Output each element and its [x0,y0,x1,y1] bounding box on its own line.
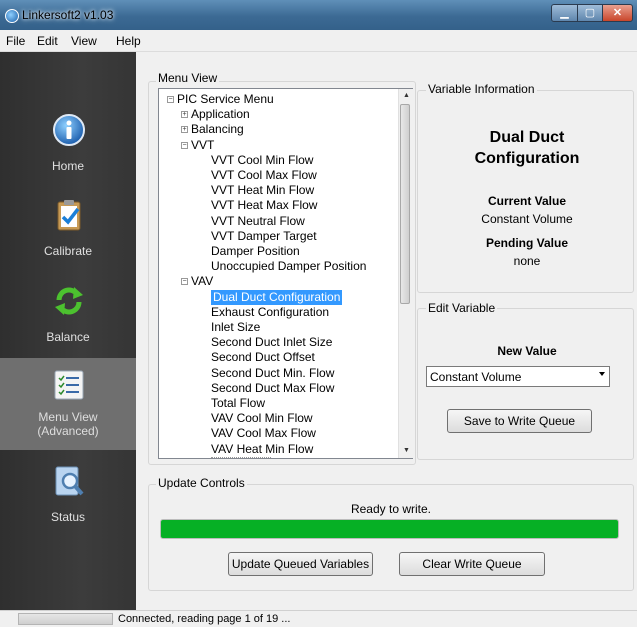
variable-info-label: Variable Information [426,82,537,96]
variable-title: Dual Duct [489,129,565,146]
menu-help[interactable]: Help [116,34,141,48]
edit-variable-label: Edit Variable [426,301,498,315]
tree-node[interactable]: Dual Duct Configuration [211,289,343,305]
status-progress-bar [18,613,113,625]
refresh-arrows-icon [55,287,83,315]
write-progress-bar [160,519,619,539]
menu-edit[interactable]: Edit [37,34,58,48]
sidebar-item-balance[interactable]: Balance [0,278,136,366]
sidebar-item-label: Menu View [38,410,98,424]
current-value: Constant Volume [481,212,573,226]
new-value-selected: Constant Volume [430,370,522,384]
tree-node[interactable]: VVT Damper Target [211,229,317,244]
tree-node[interactable]: VAV Cool Min Flow [211,411,313,426]
magnifier-icon [55,466,84,496]
variable-title-line2: Configuration [474,150,580,167]
tree-node[interactable]: Second Duct Inlet Size [211,335,332,350]
info-icon [53,114,85,146]
tree-node[interactable]: VVT Heat Min Flow [211,183,314,198]
scroll-down-arrow-icon[interactable]: ▼ [403,447,410,454]
save-to-write-queue-button[interactable]: Save to Write Queue [447,409,592,433]
clear-write-queue-button[interactable]: Clear Write Queue [399,552,545,576]
update-controls-label: Update Controls [156,476,247,490]
tree-clipped-row [211,456,271,458]
tree-node[interactable]: Inlet Size [211,320,260,335]
tree-node[interactable]: VVT Cool Min Flow [211,153,313,168]
tree-expander-icon[interactable]: + [181,111,188,119]
tree-node[interactable]: Application [191,107,250,122]
new-value-select[interactable]: Constant Volume [426,366,610,387]
maximize-button[interactable]: ▢ [577,4,603,22]
tree-expander-icon[interactable]: − [167,96,174,103]
tree-node[interactable]: VAV Cool Max Flow [211,426,316,441]
menu-file[interactable]: File [6,34,25,48]
sidebar-item-label: Home [51,159,84,173]
list-icon [54,370,84,400]
progress-fill [161,520,618,538]
tree-expander-icon[interactable]: − [181,278,188,286]
tree-expander-icon[interactable]: + [181,126,188,134]
status-bar: Connected, reading page 1 of 19 ... [0,610,637,627]
tree-node[interactable]: VAV Heat Min Flow [211,442,313,457]
tree-node[interactable]: VVT [191,138,214,153]
window-title: Linkersoft2 v1.03 [22,8,114,22]
clipboard-check-icon [57,200,81,231]
tree-node[interactable]: PIC Service Menu [177,92,274,107]
menu-bar: File Edit View Help [0,30,637,52]
tree-node[interactable]: Second Duct Min. Flow [211,366,334,381]
sidebar-item-calibrate[interactable]: Calibrate [0,192,136,280]
sidebar-item-label-sub: (Advanced) [37,424,99,438]
menu-tree[interactable]: − PIC Service Menu + Application + Balancing −… [158,88,413,459]
pending-value: none [513,254,541,268]
close-button[interactable]: ✕ [602,4,633,22]
sidebar-item-label: Calibrate [43,244,93,258]
tree-node[interactable]: Unoccupied Damper Position [211,259,366,274]
update-queued-variables-button[interactable]: Update Queued Variables [228,552,373,576]
tree-node[interactable]: Balancing [191,122,244,137]
menu-view[interactable]: View [71,34,97,48]
sidebar-item-status[interactable]: Status [0,458,136,546]
pending-value-label: Pending Value [485,236,569,250]
status-text: Connected, reading page 1 of 19 ... [118,613,291,625]
tree-node[interactable]: Exhaust Configuration [211,305,329,320]
chevron-down-icon [599,372,605,376]
title-bar: Linkersoft2 v1.03 ▁ ▢ ✕ [0,0,637,30]
tree-expander-icon[interactable]: − [181,141,188,149]
tree-node[interactable]: Total Flow [211,396,265,411]
sidebar-item-label: Balance [46,330,90,344]
current-value-label: Current Value [487,194,567,208]
sidebar-item-label: Status [50,510,86,524]
tree-node[interactable]: VVT Heat Max Flow [211,198,317,213]
tree-node[interactable]: VAV [191,274,213,289]
sidebar-item-menu-view[interactable]: Menu View (Advanced) [0,358,136,450]
menu-view-label: Menu View [156,71,220,85]
tree-node[interactable]: VVT Cool Max Flow [211,168,317,183]
update-status-text: Ready to write. [350,502,432,516]
minimize-button[interactable]: ▁ [551,4,578,22]
scrollbar-thumb[interactable] [400,104,410,304]
tree-node[interactable]: VVT Neutral Flow [211,214,305,229]
tree-node[interactable]: Second Duct Max Flow [211,381,334,396]
new-value-label: New Value [497,344,557,358]
scroll-up-arrow-icon[interactable]: ▲ [403,92,410,99]
tree-node[interactable]: Second Duct Offset [211,350,315,365]
tree-node[interactable]: Damper Position [211,244,300,259]
app-icon [5,9,19,23]
sidebar-item-home[interactable]: Home [0,107,136,195]
